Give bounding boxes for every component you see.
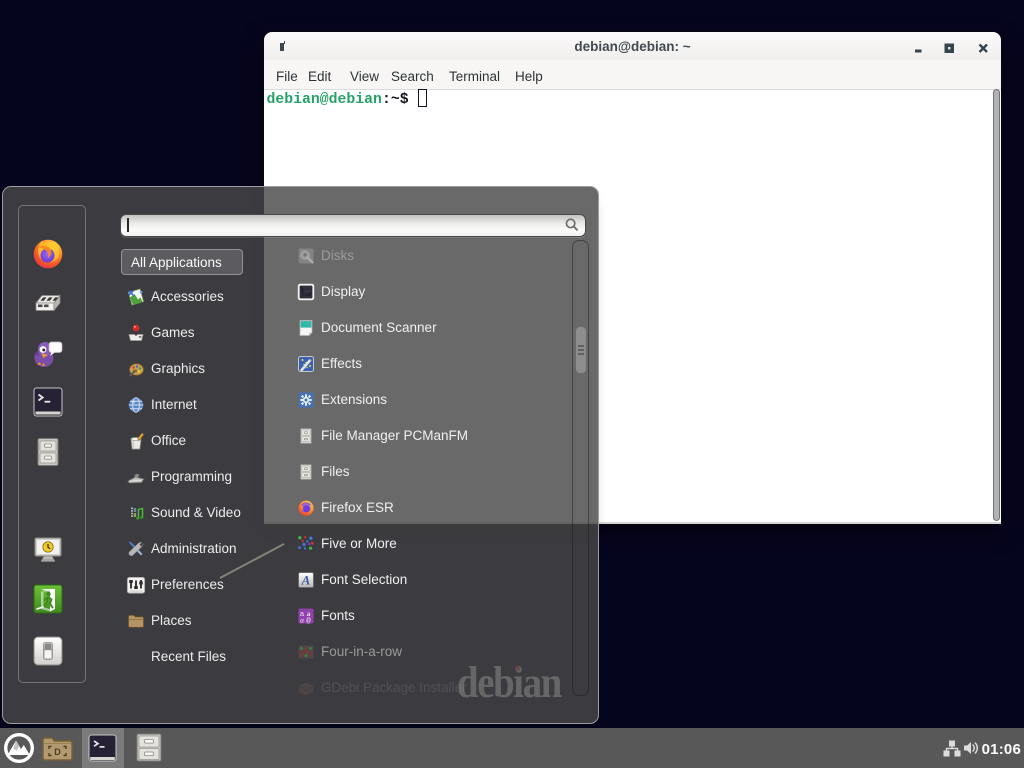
svg-text:A: A (300, 572, 310, 587)
svg-text:D: D (54, 747, 61, 757)
svg-text:a: a (300, 615, 304, 624)
